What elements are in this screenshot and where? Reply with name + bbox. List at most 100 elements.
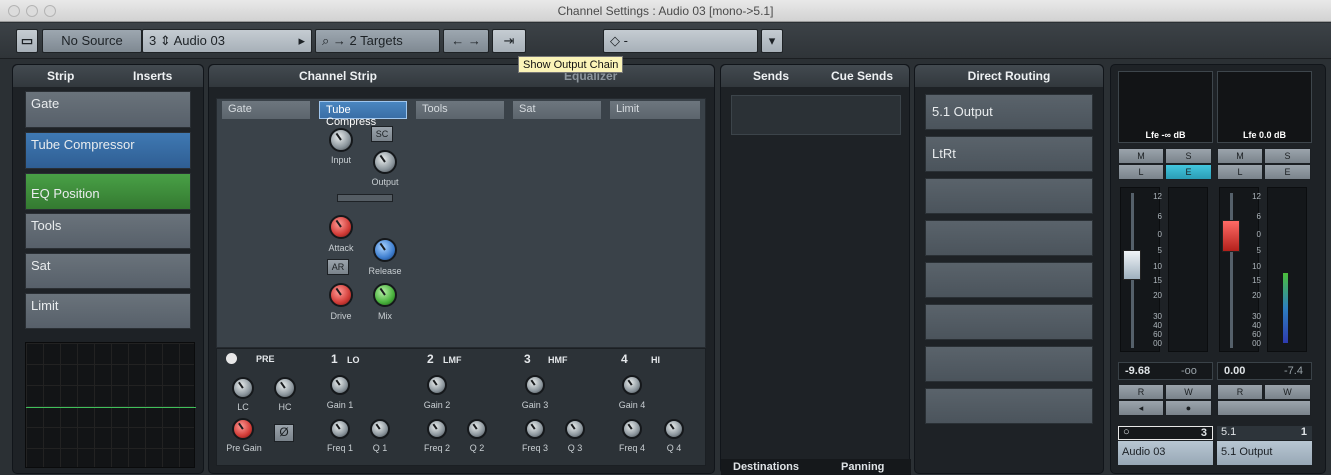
- mute-button-2[interactable]: M: [1217, 148, 1263, 164]
- tab-panning[interactable]: Panning: [841, 461, 884, 473]
- sc-button[interactable]: SC: [371, 126, 393, 142]
- strip-slot-sat[interactable]: Sat: [25, 253, 191, 289]
- lfe2-label: Lfe 0.0 dB: [1242, 130, 1286, 140]
- output-name-field[interactable]: 5.1 Output: [1217, 441, 1312, 465]
- preset-menu-button[interactable]: ▾: [761, 29, 783, 53]
- module-header-gate[interactable]: Gate: [222, 101, 310, 119]
- speaker-icon[interactable]: ◂: [1118, 400, 1164, 416]
- layout-icon[interactable]: ▭: [16, 29, 38, 53]
- channel-name-field[interactable]: Audio 03: [1118, 441, 1213, 465]
- listen-button-2[interactable]: L: [1217, 164, 1263, 180]
- q4-knob[interactable]: [664, 419, 684, 439]
- read-button-2[interactable]: R: [1217, 384, 1263, 400]
- solo-button-1[interactable]: S: [1165, 148, 1212, 164]
- edit-button-2[interactable]: E: [1264, 164, 1311, 180]
- listen-button-1[interactable]: L: [1118, 164, 1164, 180]
- freq2-knob[interactable]: [427, 419, 447, 439]
- panner-slot[interactable]: [731, 95, 901, 135]
- strip-slot-tools[interactable]: Tools: [25, 213, 191, 249]
- meter-bar: [1283, 273, 1288, 343]
- release-knob[interactable]: [373, 238, 397, 262]
- freq4-knob[interactable]: [622, 419, 642, 439]
- q1-label: Q 1: [372, 443, 388, 453]
- tab-inserts[interactable]: Inserts: [133, 65, 172, 87]
- write-button-2[interactable]: W: [1264, 384, 1311, 400]
- peak-value-1[interactable]: -oo: [1181, 365, 1197, 377]
- tab-strip[interactable]: Strip: [47, 65, 74, 87]
- drive-knob[interactable]: [329, 283, 353, 307]
- module-header-tube-compressor[interactable]: Tube Compress: [319, 101, 407, 128]
- tab-sends[interactable]: Sends: [753, 65, 789, 87]
- arrow-left-icon[interactable]: ←: [451, 33, 464, 48]
- freq1-knob[interactable]: [330, 419, 350, 439]
- gain2-knob[interactable]: [427, 375, 447, 395]
- scale-20: 20: [1252, 291, 1261, 300]
- solo-button-2[interactable]: S: [1264, 148, 1311, 164]
- gain4-knob[interactable]: [622, 375, 642, 395]
- arrow-right-icon[interactable]: →: [468, 33, 481, 48]
- attack-label: Attack: [328, 243, 354, 253]
- minimize-button[interactable]: [26, 5, 38, 17]
- tab-destinations[interactable]: Destinations: [733, 461, 799, 473]
- channel-selector[interactable]: 3 ⇕ Audio 03 ▸: [142, 29, 312, 53]
- strip-slot-tube-compressor[interactable]: Tube Compressor: [25, 132, 191, 169]
- sends-panel: Sends Cue Sends Destinations Panning: [720, 64, 911, 475]
- volume-value-1[interactable]: -9.68: [1125, 365, 1150, 377]
- prev-next-buttons[interactable]: ← →: [443, 29, 489, 53]
- module-header-tools[interactable]: Tools: [416, 101, 504, 119]
- lc-knob[interactable]: [232, 377, 254, 399]
- gain3-knob[interactable]: [525, 375, 545, 395]
- mute-button-1[interactable]: M: [1118, 148, 1164, 164]
- strip-slot-limit[interactable]: Limit: [25, 293, 191, 329]
- routing-item-empty[interactable]: [925, 178, 1093, 214]
- hc-knob[interactable]: [274, 377, 296, 399]
- ar-button[interactable]: AR: [327, 259, 349, 275]
- close-button[interactable]: [8, 5, 20, 17]
- no-source-button[interactable]: No Source: [42, 29, 142, 53]
- scale-6: 6: [1256, 212, 1261, 221]
- scale-12: 12: [1252, 192, 1261, 201]
- q3-knob[interactable]: [565, 419, 585, 439]
- edit-button-1[interactable]: E: [1165, 164, 1212, 180]
- gain1-knob[interactable]: [330, 375, 350, 395]
- window-controls[interactable]: [8, 5, 56, 17]
- read-button-1[interactable]: R: [1118, 384, 1164, 400]
- strip-slot-gate[interactable]: Gate: [25, 91, 191, 128]
- routing-item-empty[interactable]: [925, 304, 1093, 340]
- pre-gain-knob[interactable]: [232, 418, 254, 440]
- routing-item-ltrt[interactable]: LtRt: [925, 136, 1093, 172]
- record-icon[interactable]: ●: [1165, 400, 1212, 416]
- output-knob[interactable]: [373, 150, 397, 174]
- write-button-1[interactable]: W: [1165, 384, 1212, 400]
- tab-cue-sends[interactable]: Cue Sends: [831, 65, 893, 87]
- level-meter-2: [1267, 187, 1307, 352]
- module-header-limit[interactable]: Limit: [610, 101, 700, 119]
- attack-knob[interactable]: [329, 215, 353, 239]
- preset-selector[interactable]: ◇ -: [603, 29, 758, 53]
- zoom-button[interactable]: [44, 5, 56, 17]
- mix-knob[interactable]: [373, 283, 397, 307]
- volume-value-2[interactable]: 0.00: [1224, 365, 1245, 377]
- tab-channel-strip[interactable]: Channel Strip: [299, 65, 377, 87]
- channel-index: 3: [1200, 427, 1207, 439]
- routing-item-empty[interactable]: [925, 262, 1093, 298]
- targets-button[interactable]: ⌕ → 2 Targets: [315, 29, 440, 53]
- input-knob[interactable]: [329, 128, 353, 152]
- pre-power-icon[interactable]: [226, 353, 237, 364]
- window-titlebar: Channel Settings : Audio 03 [mono->5.1]: [0, 0, 1331, 22]
- pre-gain-label: Pre Gain: [226, 443, 262, 453]
- q2-knob[interactable]: [467, 419, 487, 439]
- routing-item-empty[interactable]: [925, 346, 1093, 382]
- freq1-label: Freq 1: [326, 443, 353, 453]
- strip-slot-eq-position[interactable]: EQ Position: [25, 173, 191, 210]
- routing-item-empty[interactable]: [925, 220, 1093, 256]
- module-header-sat[interactable]: Sat: [513, 101, 601, 119]
- show-output-chain-button[interactable]: ⇥: [492, 29, 526, 53]
- peak-value-2[interactable]: -7.4: [1284, 365, 1303, 377]
- routing-item-5-1-output[interactable]: 5.1 Output: [925, 94, 1093, 130]
- q1-knob[interactable]: [370, 419, 390, 439]
- phase-button[interactable]: Ø: [274, 424, 294, 442]
- blank-button-2[interactable]: [1217, 400, 1311, 416]
- routing-item-empty[interactable]: [925, 388, 1093, 424]
- freq3-knob[interactable]: [525, 419, 545, 439]
